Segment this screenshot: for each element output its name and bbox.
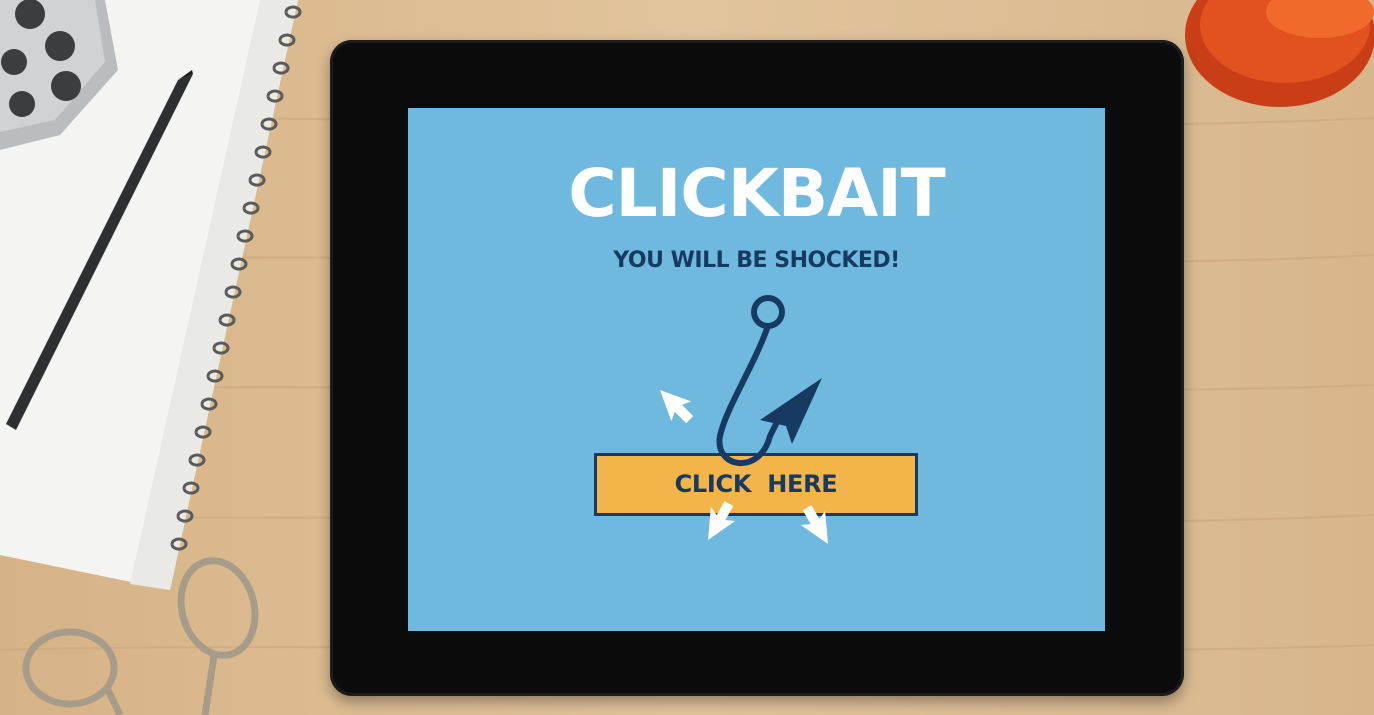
click-here-button[interactable]: CLICK HERE <box>594 453 918 516</box>
desk-scene: CLICKBAIT YOU WILL BE SHOCKED! CLICK HER… <box>0 0 1374 715</box>
tablet-screen: CLICKBAIT YOU WILL BE SHOCKED! CLICK HER… <box>408 108 1105 631</box>
headline: CLICKBAIT <box>568 155 946 232</box>
subheadline: YOU WILL BE SHOCKED! <box>613 248 900 273</box>
fishing-hook-icon <box>716 295 822 467</box>
arrow-cursor-icon <box>660 390 694 424</box>
